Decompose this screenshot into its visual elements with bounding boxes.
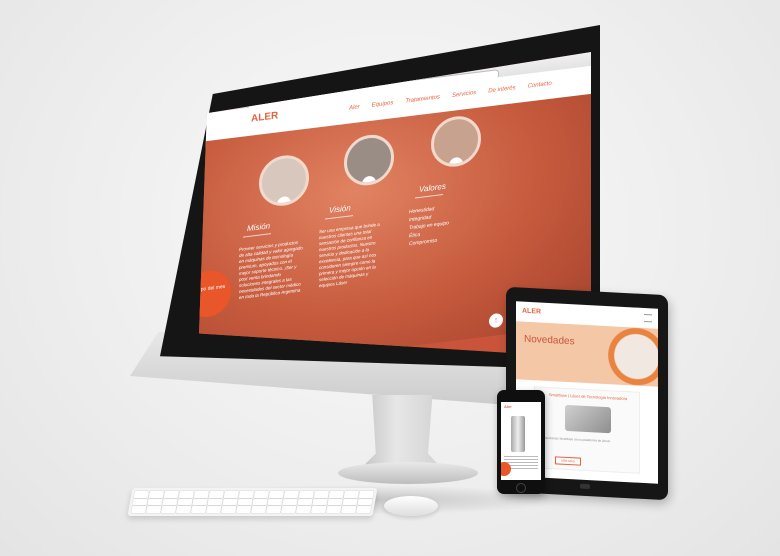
mision-text: Proveer servicios y productos de alta ca… — [239, 239, 303, 301]
vision-text: Ser una empresa que brinde a nuestros cl… — [319, 221, 380, 289]
equipo-del-mes-badge[interactable]: Equipo del mes — [199, 268, 231, 320]
nav-item-servicios[interactable]: Servicios — [452, 90, 476, 99]
product-image — [511, 416, 525, 452]
tablet-home-button — [580, 483, 590, 490]
divider — [415, 194, 443, 199]
phone-logo[interactable]: Aler — [504, 404, 512, 409]
nav-item-equipos[interactable]: Equipos — [372, 100, 394, 109]
phone-device: Aler — [497, 390, 545, 494]
divider — [243, 233, 271, 238]
mision-title: Misión — [247, 221, 271, 234]
imac-stand-base — [338, 462, 478, 484]
nav-item-aler[interactable]: Aler — [349, 104, 360, 111]
valores-image — [431, 113, 481, 170]
keyboard-keys — [131, 491, 374, 513]
phone-screen: Aler — [501, 402, 541, 480]
news-card: Smartlase | Láser de Tecnología Innovado… — [534, 386, 640, 474]
mouse — [384, 496, 438, 516]
tablet-hero — [516, 321, 658, 387]
tablet-logo[interactable]: ALER — [522, 308, 541, 316]
divider — [325, 215, 353, 220]
hamburger-menu-icon[interactable] — [644, 313, 652, 323]
valores-list: Honestidad Integridad Trabajo en equipo … — [409, 203, 449, 248]
vision-title: Visión — [329, 203, 351, 216]
keyboard — [127, 488, 378, 516]
product-image — [565, 404, 611, 434]
valores-title: Valores — [419, 181, 446, 194]
news-card-text: Presentamos Smartlase con la plataforma … — [541, 435, 611, 444]
scroll-top-button[interactable]: ↑ — [489, 312, 503, 329]
ver-mas-button[interactable]: VER MÁS — [555, 456, 581, 466]
phone-home-button — [516, 483, 526, 493]
nav-item-de-interes[interactable]: De interés — [488, 85, 515, 94]
phone-badge[interactable] — [501, 462, 511, 476]
news-card-title[interactable]: Smartlase | Láser de Tecnología Innovado… — [543, 392, 633, 402]
nav-item-contacto[interactable]: Contacto — [528, 81, 552, 90]
site-logo[interactable]: ALER — [251, 110, 278, 124]
nav-item-tratamientos[interactable]: Tratamientos — [405, 94, 440, 104]
mision-image — [259, 152, 309, 209]
vision-image — [344, 132, 394, 189]
